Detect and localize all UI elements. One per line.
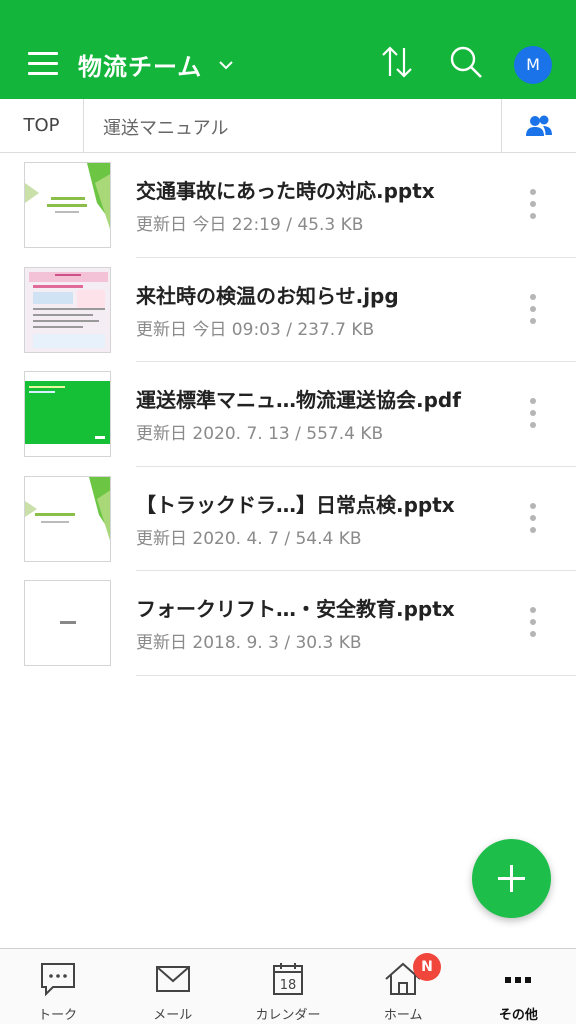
menu-icon[interactable] [28, 52, 58, 75]
file-meta: 更新日 今日 09:03 / 237.7 KB [136, 319, 375, 340]
tab-calendar[interactable]: 18 カレンダー [230, 949, 345, 1024]
file-list: 交通事故にあった時の対応.pptx 更新日 今日 22:19 / 45.3 KB… [0, 153, 576, 676]
breadcrumb: TOP 運送マニュアル [0, 99, 576, 153]
chevron-down-icon [219, 60, 233, 69]
file-row[interactable]: 【トラックドラ…】日常点検.pptx 更新日 2020. 4. 7 / 54.4… [0, 467, 576, 571]
file-row[interactable]: 運送標準マニュ…物流運送協会.pdf 更新日 2020. 7. 13 / 557… [0, 362, 576, 467]
sort-icon[interactable] [380, 44, 414, 80]
file-row[interactable]: 来社時の検温のお知らせ.jpg 更新日 今日 09:03 / 237.7 KB [0, 258, 576, 362]
calendar-icon: 18 [273, 963, 303, 995]
calendar-day: 18 [280, 978, 297, 993]
more-icon [505, 977, 532, 983]
home-badge: N [413, 953, 441, 981]
team-selector[interactable]: 物流チーム [78, 47, 236, 82]
team-name: 物流チーム [78, 53, 203, 81]
tab-label: トーク [38, 1008, 78, 1023]
file-name: 運送標準マニュ…物流運送協会.pdf [136, 388, 461, 412]
app-header: 物流チーム M [0, 22, 576, 99]
file-meta: 更新日 2018. 9. 3 / 30.3 KB [136, 633, 362, 653]
file-thumbnail [24, 580, 111, 666]
tab-more[interactable]: その他 [461, 949, 576, 1024]
tab-home[interactable]: ホーム [346, 949, 461, 1024]
file-thumbnail [24, 266, 111, 353]
tab-label: その他 [498, 1008, 538, 1023]
file-name: 【トラックドラ…】日常点検.pptx [136, 492, 455, 517]
more-vertical-icon[interactable] [524, 187, 542, 221]
file-name: 来社時の検温のお知らせ.jpg [136, 283, 399, 308]
more-vertical-icon[interactable] [524, 292, 542, 326]
file-thumbnail [24, 475, 111, 562]
file-name: フォークリフト…・安全教育.pptx [136, 597, 455, 621]
file-meta: 更新日 2020. 4. 7 / 54.4 KB [136, 528, 362, 549]
search-icon[interactable] [448, 44, 484, 80]
bottom-tab-bar: トーク メール 18 カレンダー ホーム その他 [0, 948, 576, 1024]
status-bar [0, 0, 576, 22]
tab-label: メール [153, 1008, 193, 1023]
avatar[interactable]: M [514, 46, 552, 84]
file-thumbnail [24, 371, 111, 457]
tab-label: カレンダー [255, 1008, 321, 1023]
more-vertical-icon[interactable] [524, 396, 542, 430]
file-row[interactable]: フォークリフト…・安全教育.pptx 更新日 2018. 9. 3 / 30.3… [0, 571, 576, 676]
tab-mail[interactable]: メール [115, 949, 230, 1024]
more-vertical-icon[interactable] [524, 501, 542, 535]
file-name: 交通事故にあった時の対応.pptx [136, 179, 435, 203]
tab-label: ホーム [383, 1008, 423, 1023]
file-meta: 更新日 今日 22:19 / 45.3 KB [136, 215, 364, 235]
breadcrumb-top[interactable]: TOP [0, 99, 84, 152]
more-vertical-icon[interactable] [524, 605, 542, 639]
file-row[interactable]: 交通事故にあった時の対応.pptx 更新日 今日 22:19 / 45.3 KB [0, 153, 576, 258]
file-meta: 更新日 2020. 7. 13 / 557.4 KB [136, 424, 384, 444]
tab-talk[interactable]: トーク [0, 949, 115, 1024]
members-button[interactable] [501, 99, 576, 152]
chat-icon [40, 963, 75, 997]
add-file-button[interactable] [472, 839, 551, 918]
members-icon [526, 115, 552, 136]
file-thumbnail [24, 162, 111, 248]
mail-icon [155, 966, 190, 992]
breadcrumb-current: 運送マニュアル [103, 118, 229, 139]
